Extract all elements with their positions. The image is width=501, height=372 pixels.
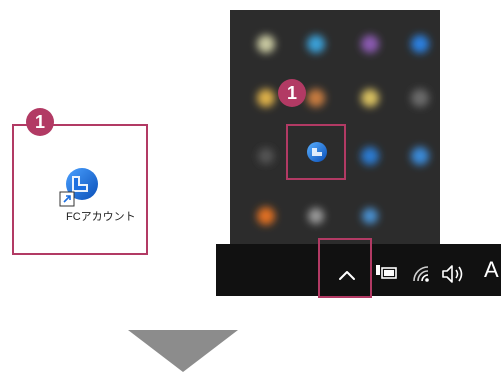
show-hidden-icons-button[interactable] bbox=[334, 262, 360, 288]
battery-icon[interactable] bbox=[374, 263, 400, 283]
volume-icon[interactable] bbox=[440, 263, 470, 285]
wifi-icon[interactable] bbox=[410, 263, 432, 285]
step-badge-desktop: 1 bbox=[26, 108, 54, 136]
chevron-up-icon bbox=[339, 271, 355, 280]
language-indicator[interactable]: A bbox=[484, 259, 499, 281]
shortcut-arrow-icon bbox=[59, 191, 75, 207]
fc-account-shortcut[interactable] bbox=[58, 166, 102, 210]
step-badge-tray: 1 bbox=[278, 79, 306, 107]
down-arrow-icon bbox=[128, 330, 238, 372]
shortcut-label: FCアカウント bbox=[66, 211, 136, 223]
fc-account-tray-icon[interactable] bbox=[305, 140, 329, 164]
